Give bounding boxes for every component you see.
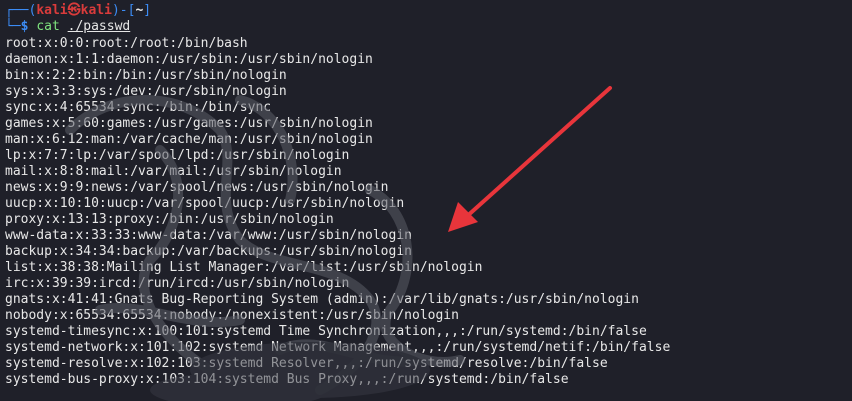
output-line: systemd-network:x:101:102:systemd Networ… — [5, 340, 671, 355]
command-output: root:x:0:0:root:/root:/bin/bash daemon:x… — [5, 36, 852, 388]
output-line: irc:x:39:39:ircd:/run/ircd:/usr/sbin/nol… — [5, 276, 350, 291]
prompt-at-symbol: ㉿ — [67, 3, 81, 18]
prompt-close: ] — [143, 3, 152, 18]
output-line: sys:x:3:3:sys:/dev:/usr/sbin/nologin — [5, 84, 287, 99]
output-line: man:x:6:12:man:/var/cache/man:/usr/sbin/… — [5, 132, 373, 147]
output-line: list:x:38:38:Mailing List Manager:/var/l… — [5, 260, 483, 275]
output-line: nobody:x:65534:65534:nobody:/nonexistent… — [5, 308, 459, 323]
output-line: www-data:x:33:33:www-data:/var/www:/usr/… — [5, 228, 412, 243]
command-line[interactable]: └─$ cat ./passwd — [5, 19, 852, 35]
output-line: gnats:x:41:41:Gnats Bug-Reporting System… — [5, 292, 639, 307]
output-line: bin:x:2:2:bin:/bin:/usr/sbin/nologin — [5, 68, 287, 83]
command-argument: ./passwd — [67, 19, 131, 34]
output-line: backup:x:34:34:backup:/var/backups:/usr/… — [5, 244, 412, 259]
prompt-user: kali — [36, 3, 68, 18]
prompt-corner-top: ┌──( — [5, 3, 37, 18]
output-line: lp:x:7:7:lp:/var/spool/lpd:/usr/sbin/nol… — [5, 148, 350, 163]
terminal-window[interactable]: ┌──(kali㉿kali)-[~] └─$ cat ./passwd root… — [0, 0, 852, 401]
prompt-dollar: $ — [20, 19, 29, 34]
output-line: root:x:0:0:root:/root:/bin/bash — [5, 36, 248, 51]
command-name: cat — [36, 19, 60, 34]
output-line: uucp:x:10:10:uucp:/var/spool/uucp:/usr/s… — [5, 196, 405, 211]
output-line: proxy:x:13:13:proxy:/bin:/usr/sbin/nolog… — [5, 212, 334, 227]
output-line: systemd-bus-proxy:x:103:104:systemd Bus … — [5, 372, 569, 387]
prompt-host: kali — [80, 3, 112, 18]
prompt-header: ┌──(kali㉿kali)-[~] — [5, 3, 852, 19]
output-line: systemd-timesync:x:100:101:systemd Time … — [5, 324, 647, 339]
output-line: mail:x:8:8:mail:/var/mail:/usr/sbin/nolo… — [5, 164, 342, 179]
output-line: games:x:5:60:games:/usr/games:/usr/sbin/… — [5, 116, 373, 131]
output-line: news:x:9:9:news:/var/spool/news:/usr/sbi… — [5, 180, 389, 195]
prompt-separator: )-[ — [111, 3, 136, 18]
output-line: systemd-resolve:x:102:103:systemd Resolv… — [5, 356, 608, 371]
prompt-corner-bottom: └─ — [5, 19, 21, 34]
output-line: sync:x:4:65534:sync:/bin:/bin/sync — [5, 100, 272, 115]
output-line: daemon:x:1:1:daemon:/usr/sbin:/usr/sbin/… — [5, 52, 373, 67]
